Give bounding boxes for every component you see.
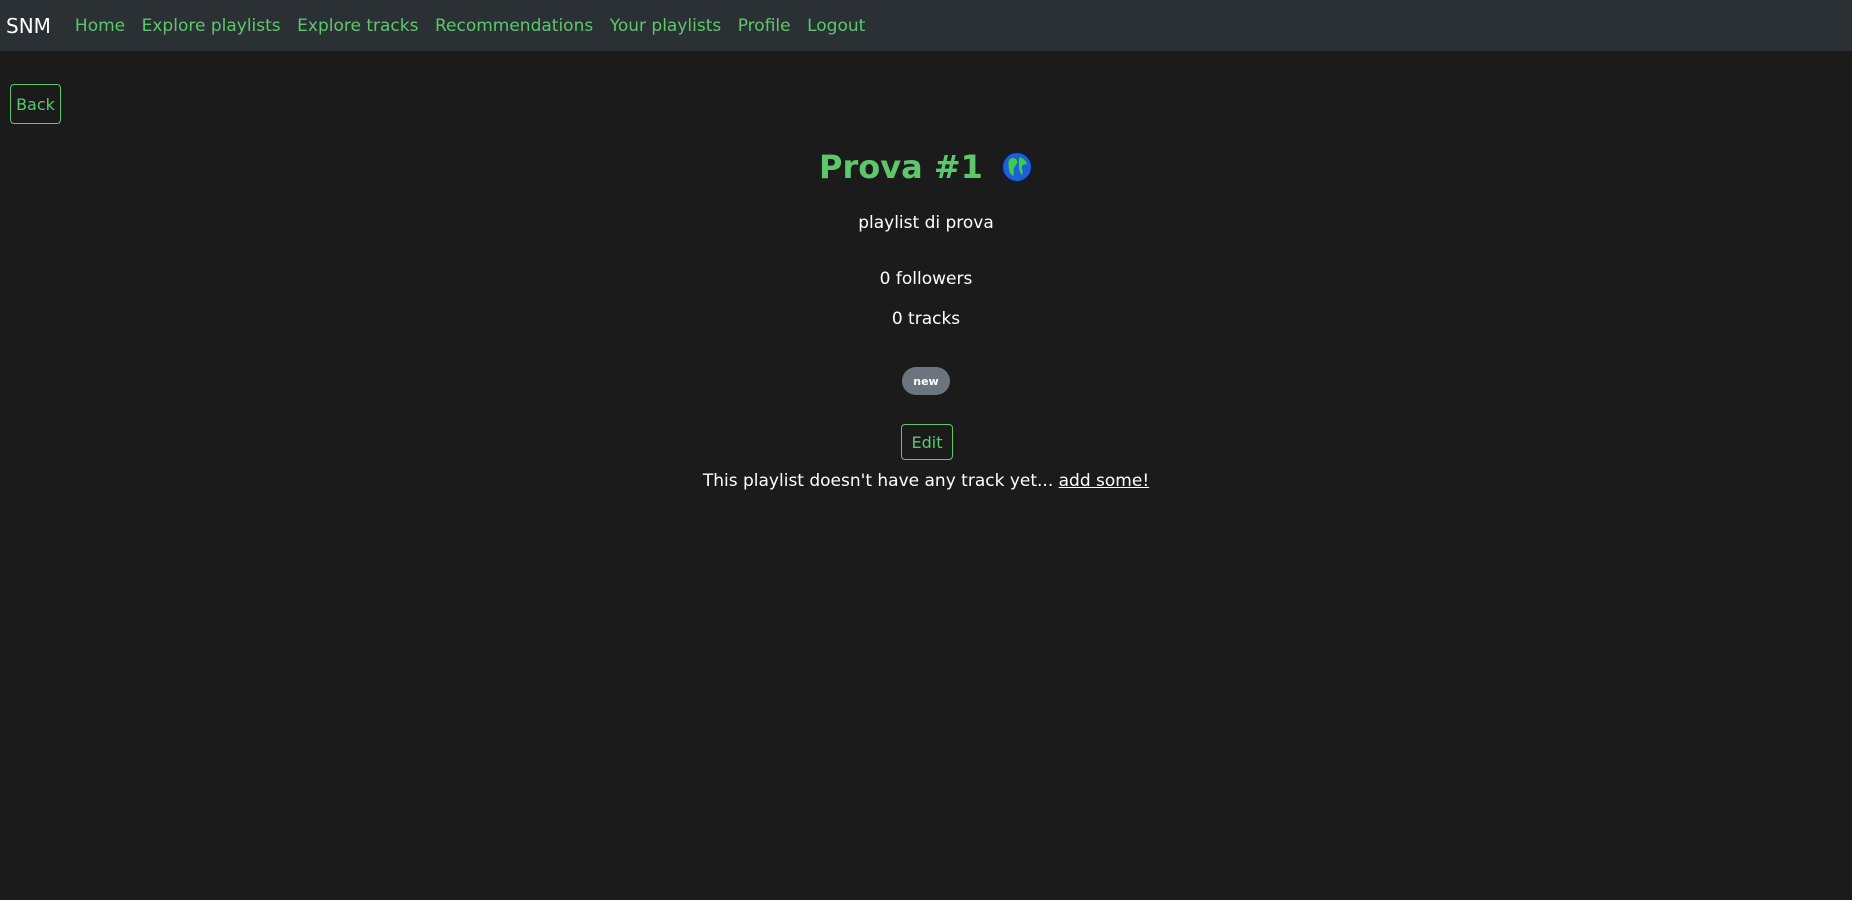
- nav-link-recommendations[interactable]: Recommendations: [435, 15, 593, 37]
- followers-count: 0 followers: [879, 269, 973, 289]
- tag-list: new: [0, 367, 1852, 395]
- nav-link-logout[interactable]: Logout: [807, 15, 865, 37]
- empty-playlist-message: This playlist doesn't have any track yet…: [0, 470, 1852, 492]
- nav-link-profile[interactable]: Profile: [738, 15, 791, 37]
- brand-logo[interactable]: SNM: [6, 14, 51, 38]
- nav-link-home[interactable]: Home: [75, 15, 125, 37]
- nav-link-explore-playlists[interactable]: Explore playlists: [142, 15, 281, 37]
- nav-link-your-playlists[interactable]: Your playlists: [610, 15, 722, 37]
- nav-link-explore-tracks[interactable]: Explore tracks: [297, 15, 418, 37]
- playlist-description: playlist di prova: [858, 213, 994, 233]
- playlist-title: Prova #1: [819, 148, 983, 186]
- edit-button[interactable]: Edit: [901, 424, 953, 460]
- back-button[interactable]: Back: [10, 84, 61, 124]
- navbar: SNM Home Explore playlists Explore track…: [0, 0, 1852, 51]
- add-tracks-link[interactable]: add some!: [1059, 471, 1150, 491]
- empty-message-text: This playlist doesn't have any track yet…: [702, 471, 1059, 491]
- tracks-count: 0 tracks: [891, 309, 961, 329]
- playlist-header: Prova #1: [0, 143, 1852, 191]
- globe-icon: [1000, 151, 1033, 183]
- tag-badge: new: [902, 367, 950, 395]
